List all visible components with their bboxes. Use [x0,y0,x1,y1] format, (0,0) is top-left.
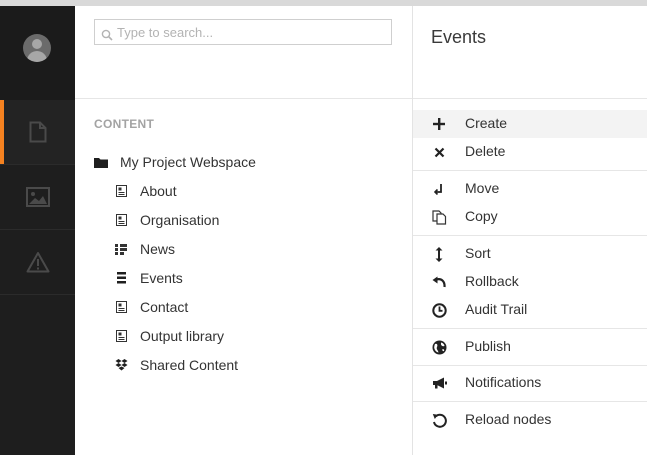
avatar-head [32,39,42,49]
action-label: Copy [465,208,498,224]
page-icon [114,329,128,343]
clock-icon [431,302,447,318]
action-label: Sort [465,245,491,261]
action-notifications[interactable]: Notifications [413,369,647,397]
tree-node-label: Output library [140,328,225,344]
action-label: Move [465,180,500,196]
warning-icon [26,252,49,273]
section-warnings[interactable] [0,230,75,295]
separator [413,365,647,366]
action-sort[interactable]: Sort [413,240,647,268]
actions-header: Events [413,6,647,99]
tree-node-about[interactable]: About [114,180,177,202]
app-sidebar [0,6,75,455]
action-label: Audit Trail [465,301,528,317]
action-delete[interactable]: Delete [413,138,647,166]
content-tree-panel: CONTENT My Project Webspace About [75,6,413,455]
folder-icon [94,155,108,169]
globe-icon [431,339,447,355]
separator [413,170,647,171]
actions-panel: Events Create Delete Move Copy Sort Roll… [413,6,647,455]
action-label: Create [465,115,508,131]
action-audit-trail[interactable]: Audit Trail [413,296,647,324]
search-icon [101,26,113,45]
action-label: Reload nodes [465,411,552,427]
page-icon [114,300,128,314]
page-icon [114,213,128,227]
action-label: Delete [465,143,506,159]
section-label: CONTENT [94,117,155,131]
plus-icon [431,116,447,132]
image-icon [25,187,50,207]
action-label: Notifications [465,374,542,390]
page-icon [114,184,128,198]
tree-node-label: Events [140,270,183,286]
action-reload-nodes[interactable]: Reload nodes [413,406,647,434]
tree-node-news[interactable]: News [114,238,175,260]
tree-node-shared-content[interactable]: Shared Content [114,354,238,376]
tree-node-label: My Project Webspace [120,154,256,170]
move-icon [431,181,447,197]
separator [413,401,647,402]
action-rollback[interactable]: Rollback [413,268,647,296]
tree-node-root[interactable]: My Project Webspace [94,151,256,173]
action-create[interactable]: Create [413,110,647,138]
document-icon [29,121,46,143]
grid-list-icon [114,242,128,256]
separator [413,235,647,236]
action-move[interactable]: Move [413,175,647,203]
action-label: Rollback [465,273,519,289]
action-publish[interactable]: Publish [413,333,647,361]
avatar-body [27,51,47,62]
dropbox-icon [114,358,128,372]
tree-node-contact[interactable]: Contact [114,296,188,318]
section-media[interactable] [0,165,75,230]
actions-title: Events [431,27,487,47]
tree-node-label: Shared Content [140,357,239,373]
undo-icon [431,274,447,290]
tree-node-output-library[interactable]: Output library [114,325,224,347]
search-input[interactable] [117,22,387,42]
search-box[interactable] [94,19,392,45]
tree-node-label: About [140,183,177,199]
separator [413,328,647,329]
tree-node-events[interactable]: Events [114,267,183,289]
list-icon [114,271,128,285]
action-copy[interactable]: Copy [413,203,647,231]
action-label: Publish [465,338,511,354]
tree-node-organisation[interactable]: Organisation [114,209,219,231]
tree-header [75,6,412,99]
sort-icon [431,246,447,262]
megaphone-icon [431,375,447,391]
tree-node-label: Organisation [140,212,220,228]
tree-node-label: Contact [140,299,189,315]
times-icon [431,144,447,160]
reload-icon [431,412,447,428]
section-content[interactable] [0,100,75,165]
user-area [0,6,75,101]
avatar[interactable] [23,34,51,62]
copy-icon [431,209,447,225]
tree-node-label: News [140,241,176,257]
